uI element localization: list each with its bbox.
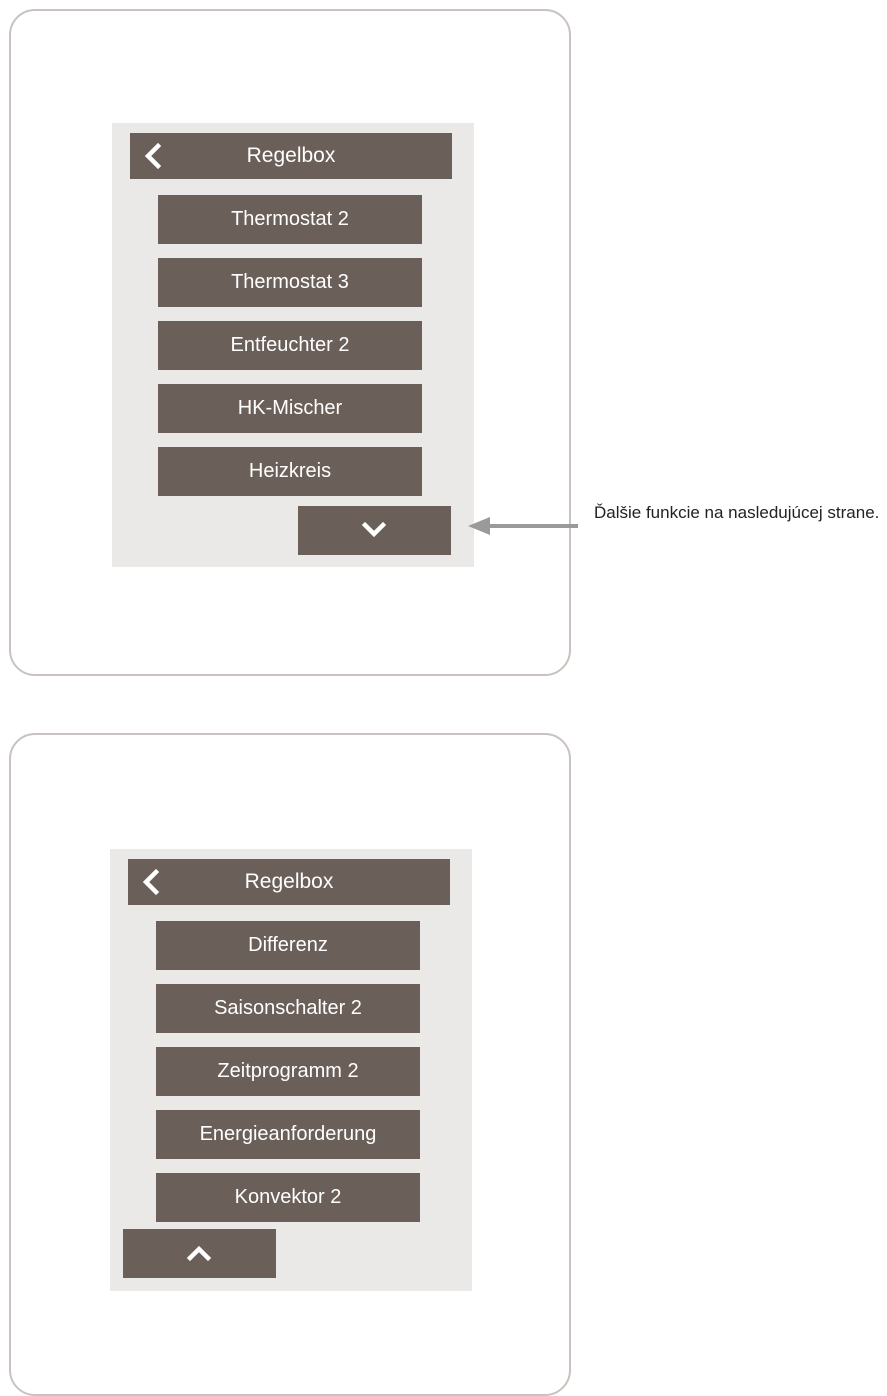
chevron-up-icon: [186, 1245, 212, 1262]
annotation-text: Ďalšie funkcie na nasledujúcej strane.: [594, 503, 880, 522]
menu-item-heizkreis[interactable]: Heizkreis: [158, 447, 422, 496]
device-screen-1: Regelbox Thermostat 2 Thermostat 3 Entfe…: [9, 9, 571, 676]
menu-list: Thermostat 2 Thermostat 3 Entfeuchter 2 …: [158, 195, 422, 510]
menu-panel: Regelbox Differenz Saisonschalter 2 Zeit…: [110, 849, 472, 1291]
page-down-button[interactable]: [298, 506, 451, 555]
header-title: Regelbox: [244, 870, 334, 893]
chevron-down-icon: [361, 521, 387, 538]
menu-list: Differenz Saisonschalter 2 Zeitprogramm …: [156, 921, 420, 1236]
arrow-left-icon: [468, 517, 578, 535]
chevron-left-icon[interactable]: [142, 142, 164, 170]
header-bar: Regelbox: [128, 859, 450, 905]
menu-item-entfeuchter-2[interactable]: Entfeuchter 2: [158, 321, 422, 370]
page-up-button[interactable]: [123, 1229, 276, 1278]
menu-item-thermostat-2[interactable]: Thermostat 2: [158, 195, 422, 244]
header-title: Regelbox: [246, 144, 336, 167]
menu-item-thermostat-3[interactable]: Thermostat 3: [158, 258, 422, 307]
menu-item-konvektor-2[interactable]: Konvektor 2: [156, 1173, 420, 1222]
menu-item-saisonschalter-2[interactable]: Saisonschalter 2: [156, 984, 420, 1033]
chevron-left-icon[interactable]: [140, 868, 162, 896]
menu-item-differenz[interactable]: Differenz: [156, 921, 420, 970]
menu-item-hk-mischer[interactable]: HK-Mischer: [158, 384, 422, 433]
menu-item-energieanforderung[interactable]: Energieanforderung: [156, 1110, 420, 1159]
menu-panel: Regelbox Thermostat 2 Thermostat 3 Entfe…: [112, 123, 474, 567]
device-screen-2: Regelbox Differenz Saisonschalter 2 Zeit…: [9, 733, 571, 1396]
menu-item-zeitprogramm-2[interactable]: Zeitprogramm 2: [156, 1047, 420, 1096]
header-bar: Regelbox: [130, 133, 452, 179]
